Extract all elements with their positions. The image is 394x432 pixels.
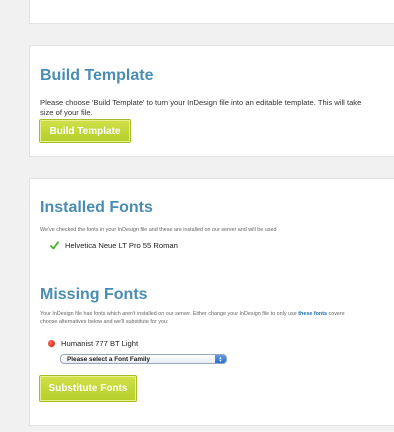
font-family-select[interactable]: Please select a Font Family ▲ ▼ — [60, 354, 227, 364]
missing-fonts-description-post: covere — [328, 311, 345, 317]
missing-font-dot-icon — [48, 340, 55, 347]
fonts-panel: Installed Fonts We've checked the fonts … — [29, 178, 394, 426]
missing-fonts-description: Your InDesign file has fonts which aren'… — [40, 310, 394, 326]
check-icon — [50, 241, 59, 250]
substitute-fonts-button[interactable]: Substitute Fonts — [40, 376, 136, 401]
build-template-description: Please choose 'Build Template' to turn y… — [40, 98, 394, 118]
build-template-heading: Build Template — [40, 67, 154, 84]
font-family-select-value: Please select a Font Family — [67, 355, 151, 363]
these-fonts-link[interactable]: these fonts — [298, 311, 327, 317]
missing-font-name: Humanist 777 BT Light — [61, 339, 139, 348]
build-template-description-line2: size of your file. — [40, 108, 93, 117]
build-template-panel: Build Template Please choose 'Build Temp… — [29, 45, 394, 157]
installed-font-item: Helvetica Neue LT Pro 55 Roman — [50, 241, 178, 250]
build-template-description-line1: Please choose 'Build Template' to turn y… — [40, 98, 362, 107]
installed-font-name: Helvetica Neue LT Pro 55 Roman — [65, 241, 178, 250]
installed-fonts-heading: Installed Fonts — [40, 199, 153, 216]
missing-fonts-heading: Missing Fonts — [40, 286, 148, 303]
build-template-button[interactable]: Build Template — [40, 120, 130, 142]
missing-fonts-description-pre: Your InDesign file has fonts which aren'… — [40, 311, 297, 317]
missing-fonts-description-line2: choose alternatives below and we'll subs… — [40, 319, 169, 325]
installed-fonts-description: We've checked the fonts in your InDesign… — [40, 227, 277, 233]
missing-font-item: Humanist 777 BT Light — [48, 339, 138, 348]
top-panel-remnant — [29, 0, 394, 24]
select-arrows-icon: ▲ ▼ — [215, 355, 226, 363]
